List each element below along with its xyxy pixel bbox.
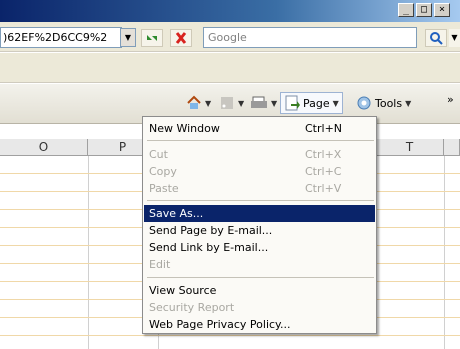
menu-item-label: Paste (149, 182, 179, 195)
page-menu-label: Page (303, 96, 330, 110)
feeds-button[interactable]: ▼ (219, 92, 244, 114)
menu-item-label: Send Page by E-mail... (149, 224, 273, 237)
menu-item-label: Save As... (149, 207, 204, 220)
chevron-down-icon: ▼ (332, 98, 339, 108)
search-button[interactable] (425, 29, 447, 47)
menu-item-label: View Source (149, 284, 217, 297)
menu-item-save-as[interactable]: Save As... (144, 205, 375, 222)
menu-item-security-report[interactable]: Security Report (144, 299, 375, 316)
menu-separator (147, 140, 374, 141)
menu-item-shortcut: Ctrl+N (305, 122, 343, 135)
refresh-icon (147, 35, 157, 41)
grid-line (88, 156, 89, 349)
menu-item-new-window[interactable]: New Window Ctrl+N (144, 120, 375, 137)
menu-item-shortcut: Ctrl+C (305, 165, 342, 178)
print-button[interactable]: ▼ (250, 92, 277, 114)
maximize-button[interactable]: □ (416, 3, 432, 17)
address-input[interactable]: )62EF%2D6CC9%2 (0, 27, 122, 48)
menu-item-send-page[interactable]: Send Page by E-mail... (144, 222, 375, 239)
menu-item-label: Edit (149, 258, 171, 271)
minimize-button[interactable]: _ (398, 3, 414, 17)
menu-item-label: Cut (149, 148, 168, 161)
title-bar: _ □ × (0, 0, 460, 22)
chevron-down-icon: ▼ (238, 98, 245, 108)
menu-item-send-link[interactable]: Send Link by E-mail... (144, 239, 375, 256)
menu-item-label: Web Page Privacy Policy... (149, 318, 291, 331)
column-header-t[interactable]: T (376, 139, 444, 156)
tools-menu-label: Tools (375, 96, 403, 110)
column-header-o[interactable]: O (0, 139, 88, 156)
printer-icon (251, 96, 267, 108)
grid-line (444, 156, 445, 349)
menu-item-label: Security Report (149, 301, 235, 314)
chevron-down-icon: ▼ (271, 98, 278, 108)
feed-icon (221, 97, 233, 109)
address-toolbar: )62EF%2D6CC9%2 ▼ Google ▼ (0, 22, 460, 52)
page-menu-button[interactable]: Page ▼ (280, 92, 343, 114)
column-header-scroll[interactable] (444, 139, 460, 156)
stop-button[interactable] (170, 29, 192, 47)
menu-item-paste[interactable]: Paste Ctrl+V (144, 180, 375, 197)
chevron-down-icon: ▼ (451, 33, 458, 42)
chevron-down-icon: ▼ (205, 98, 212, 108)
address-dropdown-button[interactable]: ▼ (120, 28, 136, 47)
menu-item-label: Send Link by E-mail... (149, 241, 269, 254)
menu-item-shortcut: Ctrl+V (305, 182, 342, 195)
chevron-down-icon: ▼ (124, 33, 132, 42)
more-label: » (447, 92, 454, 106)
close-button[interactable]: × (434, 3, 450, 17)
chevron-more-button[interactable]: » (447, 88, 454, 110)
search-input[interactable]: Google (203, 27, 417, 48)
home-button[interactable]: ▼ (186, 92, 211, 114)
menu-item-privacy-policy[interactable]: Web Page Privacy Policy... (144, 316, 375, 333)
menu-item-label: New Window (149, 122, 220, 135)
grid-row-line (0, 335, 460, 336)
menu-item-shortcut: Ctrl+X (305, 148, 342, 161)
search-icon (430, 32, 443, 45)
menu-item-view-source[interactable]: View Source (144, 282, 375, 299)
menu-separator (147, 200, 374, 201)
search-provider-dropdown[interactable]: ▼ (449, 29, 460, 47)
menu-item-edit[interactable]: Edit (144, 256, 375, 273)
tools-menu-button[interactable]: Tools ▼ (356, 92, 411, 114)
home-icon (187, 95, 201, 109)
menu-separator (147, 277, 374, 278)
page-menu: New Window Ctrl+N Cut Ctrl+X Copy Ctrl+C… (142, 116, 377, 334)
gear-icon (357, 96, 371, 110)
menu-item-cut[interactable]: Cut Ctrl+X (144, 146, 375, 163)
refresh-button[interactable] (141, 29, 163, 47)
menu-item-label: Copy (149, 165, 177, 178)
chevron-down-icon: ▼ (405, 98, 412, 108)
page-icon (285, 95, 300, 111)
stop-icon (175, 32, 187, 44)
menu-item-copy[interactable]: Copy Ctrl+C (144, 163, 375, 180)
links-toolbar (0, 53, 460, 83)
